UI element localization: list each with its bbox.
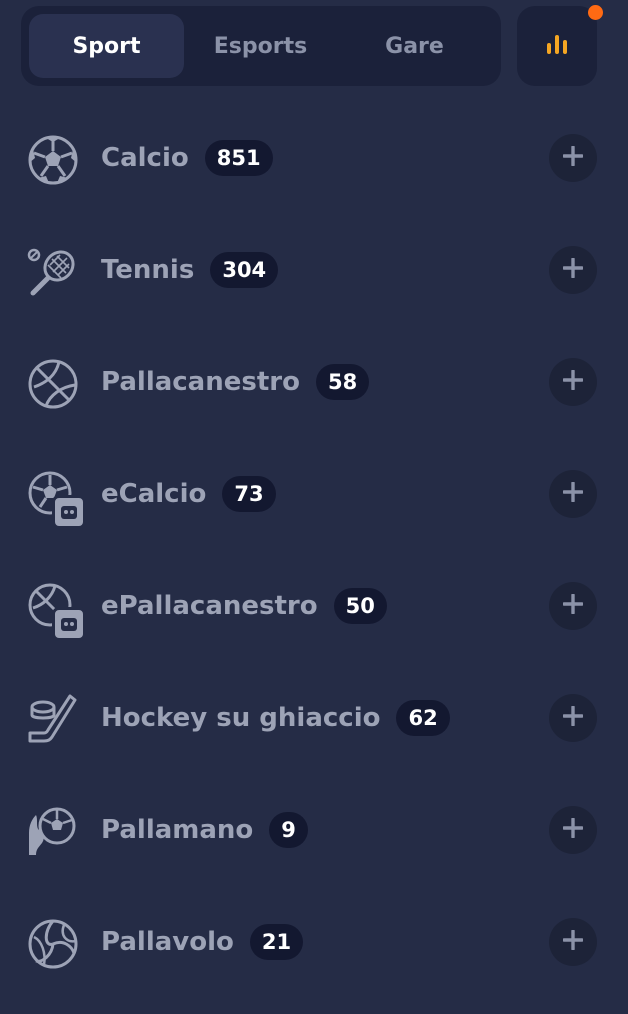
tab-esports[interactable]: Esports xyxy=(183,14,338,78)
ebasketball-icon xyxy=(26,581,86,641)
sport-label: ePallacanestro xyxy=(101,591,318,621)
add-button[interactable] xyxy=(549,582,597,630)
basketball-icon xyxy=(26,357,80,411)
plus-icon xyxy=(562,257,584,282)
sports-list: Calcio 851 Tennis 304 Pallacanestro 58 e… xyxy=(0,102,628,998)
sport-row-hockey[interactable]: Hockey su ghiaccio 62 xyxy=(0,662,628,774)
sport-label: Hockey su ghiaccio xyxy=(101,703,381,733)
add-button[interactable] xyxy=(549,470,597,518)
sport-row-calcio[interactable]: Calcio 851 xyxy=(0,102,628,214)
event-count-badge: 9 xyxy=(269,812,308,848)
sport-row-ecalcio[interactable]: eCalcio 73 xyxy=(0,438,628,550)
sports-menu-page: Sport Esports Gare Calcio 851 Tennis 304… xyxy=(0,0,628,1014)
plus-icon xyxy=(562,369,584,394)
sport-label: Pallavolo xyxy=(101,927,234,957)
notification-dot xyxy=(588,5,603,20)
add-button[interactable] xyxy=(549,694,597,742)
event-count-badge: 851 xyxy=(204,140,273,176)
sport-row-epallacanestro[interactable]: ePallacanestro 50 xyxy=(0,550,628,662)
soccer-ball-icon xyxy=(26,133,80,187)
event-count-badge: 58 xyxy=(315,364,370,400)
add-button[interactable] xyxy=(549,246,597,294)
volleyball-icon xyxy=(26,917,80,971)
event-count-badge: 21 xyxy=(249,924,304,960)
event-count-badge: 304 xyxy=(210,252,279,288)
sport-label: Calcio xyxy=(101,143,189,173)
plus-icon xyxy=(562,481,584,506)
plus-icon xyxy=(562,145,584,170)
robot-badge-icon xyxy=(52,495,86,529)
sport-row-pallacanestro[interactable]: Pallacanestro 58 xyxy=(0,326,628,438)
event-count-badge: 73 xyxy=(222,476,276,512)
stats-button[interactable] xyxy=(517,5,603,86)
plus-icon xyxy=(562,705,584,730)
sport-label: Tennis xyxy=(101,255,195,285)
sport-label: Pallamano xyxy=(101,815,254,845)
sport-row-pallamano[interactable]: Pallamano 9 xyxy=(0,774,628,886)
sport-label: Pallacanestro xyxy=(101,367,300,397)
add-button[interactable] xyxy=(549,918,597,966)
add-button[interactable] xyxy=(549,806,597,854)
tab-gare[interactable]: Gare xyxy=(337,14,492,78)
plus-icon xyxy=(562,817,584,842)
robot-badge-icon xyxy=(52,607,86,641)
event-count-badge: 50 xyxy=(333,588,387,624)
tennis-racket-icon xyxy=(26,245,80,299)
sport-row-pallavolo[interactable]: Pallavolo 21 xyxy=(0,886,628,998)
event-count-badge: 62 xyxy=(396,700,450,736)
ice-hockey-icon xyxy=(26,693,80,747)
add-button[interactable] xyxy=(549,358,597,406)
category-tabs: Sport Esports Gare xyxy=(21,6,501,86)
sport-label: eCalcio xyxy=(101,479,207,509)
tab-sport[interactable]: Sport xyxy=(29,14,184,78)
esoccer-icon xyxy=(26,469,86,529)
handball-icon xyxy=(26,805,80,859)
bar-chart-icon xyxy=(546,34,568,58)
sport-row-tennis[interactable]: Tennis 304 xyxy=(0,214,628,326)
plus-icon xyxy=(562,929,584,954)
plus-icon xyxy=(562,593,584,618)
add-button[interactable] xyxy=(549,134,597,182)
